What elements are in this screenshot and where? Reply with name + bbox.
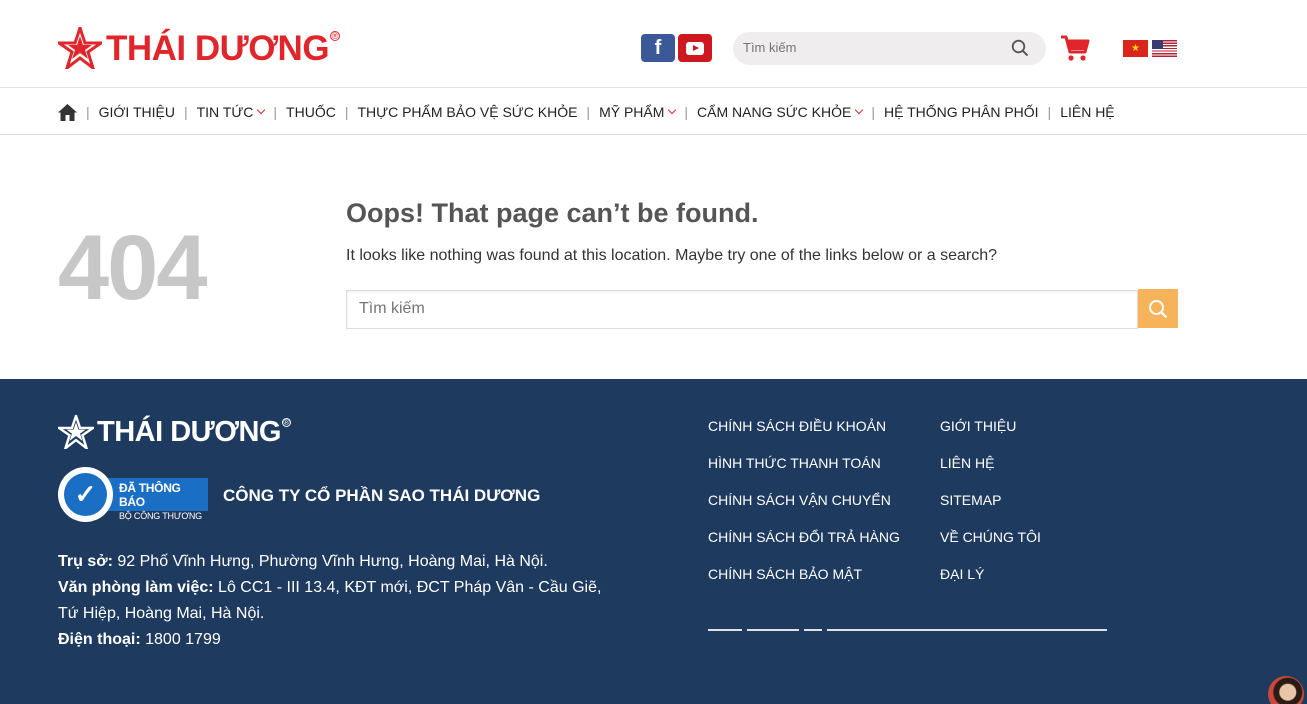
header-search	[733, 32, 1046, 65]
registered-mark: ®	[330, 31, 341, 41]
footer-link-thanh-toan[interactable]: HÌNH THỨC THANH TOÁN	[708, 454, 900, 491]
nav-label: GIỚI THIỆU	[98, 104, 175, 120]
site-footer: THÁI DƯƠNG ® ĐÃ THÔNG BÁO BỘ CÔNG THƯƠNG…	[0, 379, 1307, 704]
nav-label: THỰC PHẨM BẢO VỆ SỨC KHỎE	[357, 104, 578, 120]
star-logo-icon	[58, 27, 102, 69]
footer-links-policies: CHÍNH SÁCH ĐIỀU KHOẢN HÌNH THỨC THANH TO…	[708, 417, 900, 602]
chevron-down-icon	[855, 105, 864, 115]
divider-gap	[742, 628, 747, 632]
footer-divider	[708, 629, 1107, 631]
nav-label: THUỐC	[286, 104, 336, 120]
badge-title: ĐÃ THÔNG BÁO	[119, 481, 181, 509]
page-search-input[interactable]	[359, 300, 1119, 318]
footer-link-bao-mat[interactable]: CHÍNH SÁCH BẢO MẬT	[708, 565, 900, 602]
footer-link-van-chuyen[interactable]: CHÍNH SÁCH VẬN CHUYỂN	[708, 491, 900, 528]
nav-item-my-pham[interactable]: MỸ PHẨM	[599, 104, 677, 120]
badge-bar: ĐÃ THÔNG BÁO BỘ CÔNG THƯƠNG	[106, 478, 208, 521]
divider-gap	[822, 628, 827, 632]
footer-link-lien-he[interactable]: LIÊN HỆ	[940, 454, 1041, 491]
home-icon[interactable]	[58, 103, 77, 121]
logo-text: THÁI DƯƠNG	[106, 28, 330, 68]
footer-link-ve-chung-toi[interactable]: VỀ CHÚNG TÔI	[940, 528, 1041, 565]
site-logo[interactable]: THÁI DƯƠNG ®	[58, 27, 341, 69]
badge-circle: ✓	[58, 467, 113, 522]
nav-separator: |	[273, 104, 278, 120]
phone-line: Điện thoại: 1800 1799	[58, 627, 618, 653]
company-address: Trụ sở: 92 Phố Vĩnh Hưng, Phường Vĩnh Hư…	[58, 549, 618, 653]
error-code: 404	[58, 217, 207, 319]
footer-link-doi-tra[interactable]: CHÍNH SÁCH ĐỔI TRẢ HÀNG	[708, 528, 900, 565]
nav-item-tin-tuc[interactable]: TIN TỨC	[196, 104, 266, 120]
nav-label: TIN TỨC	[196, 104, 254, 120]
nav-item-thuc-pham[interactable]: THỰC PHẨM BẢO VỆ SỨC KHỎE	[357, 104, 577, 120]
nav-separator: |	[1047, 104, 1052, 120]
cart-icon[interactable]	[1060, 34, 1090, 62]
nav-separator: |	[183, 104, 188, 120]
phone-value: 1800 1799	[140, 631, 221, 648]
footer-logo[interactable]: THÁI DƯƠNG ®	[58, 415, 291, 449]
office-label: Văn phòng làm việc:	[58, 579, 214, 596]
youtube-icon[interactable]	[678, 34, 712, 62]
nav-item-lien-he[interactable]: LIÊN HỆ	[1060, 104, 1114, 120]
facebook-icon[interactable]: f	[641, 34, 675, 62]
nav-separator: |	[86, 104, 90, 120]
nav-item-he-thong[interactable]: HỆ THỐNG PHÂN PHỐI	[884, 104, 1039, 120]
youtube-play-glyph	[686, 41, 704, 55]
divider-gap	[799, 628, 804, 632]
footer-link-sitemap[interactable]: SITEMAP	[940, 491, 1041, 528]
footer-link-dai-ly[interactable]: ĐẠI LÝ	[940, 565, 1041, 602]
nav-separator: |	[684, 104, 689, 120]
search-button[interactable]	[1138, 289, 1178, 328]
chat-avatar[interactable]	[1268, 676, 1304, 704]
star-logo-icon	[58, 415, 94, 449]
nav-item-thuoc[interactable]: THUỐC	[286, 104, 336, 120]
badge-subtitle: BỘ CÔNG THƯƠNG	[119, 511, 202, 521]
address-line: Trụ sở: 92 Phố Vĩnh Hưng, Phường Vĩnh Hư…	[58, 549, 618, 575]
phone-label: Điện thoại:	[58, 631, 141, 648]
header-search-input[interactable]	[743, 40, 1003, 55]
facebook-glyph: f	[654, 36, 662, 59]
vietnam-flag-icon[interactable]: ★	[1123, 40, 1148, 57]
address-value: 92 Phố Vĩnh Hưng, Phường Vĩnh Hưng, Hoàn…	[112, 553, 548, 570]
footer-link-dieu-khoan[interactable]: CHÍNH SÁCH ĐIỀU KHOẢN	[708, 417, 900, 454]
nav-label: CẨM NANG SỨC KHỎE	[697, 104, 852, 120]
main-nav: | GIỚI THIỆU | TIN TỨC | THUỐC | THỰC PH…	[0, 89, 1307, 135]
search-icon	[1149, 299, 1168, 318]
nav-label: HỆ THỐNG PHÂN PHỐI	[884, 104, 1039, 120]
error-description: It looks like nothing was found at this …	[346, 247, 998, 264]
search-icon[interactable]	[1011, 39, 1029, 57]
page-search	[346, 290, 1138, 329]
us-flag-icon[interactable]	[1152, 40, 1177, 57]
bo-cong-thuong-badge[interactable]: ĐÃ THÔNG BÁO BỘ CÔNG THƯƠNG ✓	[58, 467, 208, 522]
chevron-down-icon	[257, 105, 266, 115]
footer-link-gioi-thieu[interactable]: GIỚI THIỆU	[940, 417, 1041, 454]
nav-separator: |	[871, 104, 875, 120]
nav-label: MỸ PHẨM	[599, 104, 665, 120]
footer-links-about: GIỚI THIỆU LIÊN HỆ SITEMAP VỀ CHÚNG TÔI …	[940, 417, 1041, 602]
company-name: CÔNG TY CỔ PHẦN SAO THÁI DƯƠNG	[223, 486, 541, 505]
nav-item-cam-nang[interactable]: CẨM NANG SỨC KHỎE	[697, 104, 864, 120]
site-header: THÁI DƯƠNG ® f ★	[0, 0, 1307, 88]
nav-separator: |	[586, 104, 591, 120]
nav-separator: |	[344, 104, 349, 120]
page-title: Oops! That page can’t be found.	[346, 198, 759, 228]
footer-logo-text: THÁI DƯƠNG	[97, 415, 281, 448]
nav-label: LIÊN HỆ	[1060, 104, 1115, 120]
office-line: Văn phòng làm việc: Lô CC1 - III 13.4, K…	[58, 575, 618, 627]
address-label: Trụ sở:	[58, 553, 113, 570]
checkmark-badge-icon: ✓	[64, 473, 107, 516]
nav-list: | GIỚI THIỆU | TIN TỨC | THUỐC | THỰC PH…	[58, 89, 1115, 135]
registered-mark: ®	[281, 417, 291, 427]
nav-item-gioi-thieu[interactable]: GIỚI THIỆU	[99, 104, 175, 120]
chevron-down-icon	[668, 105, 677, 115]
